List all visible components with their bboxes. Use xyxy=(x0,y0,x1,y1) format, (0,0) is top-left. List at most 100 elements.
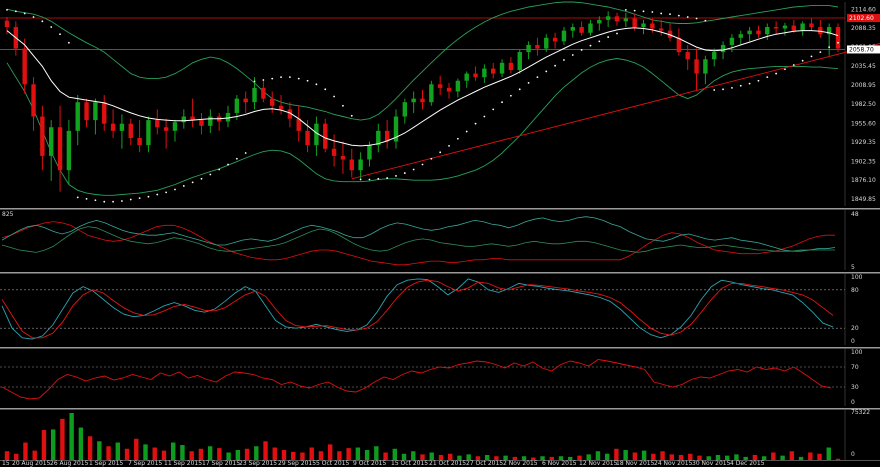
time-tick-label: 5 Oct 2015 xyxy=(316,460,349,467)
sar-dot xyxy=(315,83,318,86)
sar-dot xyxy=(713,89,716,91)
time-tick-label: 2 Nov 2015 xyxy=(503,460,538,467)
current-price-tag-label: 2058.70 xyxy=(849,46,874,53)
candle-body xyxy=(676,37,682,53)
sar-dot xyxy=(147,195,150,198)
sar-dot xyxy=(686,16,689,18)
sar-dot xyxy=(819,51,822,54)
candle-body xyxy=(544,37,549,49)
volume-bar xyxy=(41,430,47,460)
candle-body xyxy=(658,28,664,31)
volume-bar xyxy=(180,445,185,460)
sar-dot xyxy=(23,12,26,15)
sar-dot xyxy=(580,49,583,51)
candle-body xyxy=(340,155,346,160)
volume-bar xyxy=(780,455,785,460)
volume-bar xyxy=(281,450,287,460)
sar-dot xyxy=(837,41,839,44)
candle-body xyxy=(482,68,487,78)
sar-dot xyxy=(359,178,362,181)
candle-body xyxy=(703,59,708,74)
oscillator-tick-label: 48 xyxy=(851,211,859,218)
sar-dot xyxy=(333,95,335,98)
candle-body xyxy=(561,30,567,42)
volume-bar xyxy=(835,458,841,460)
time-tick-label: 4 Dec 2015 xyxy=(730,460,765,467)
volume-bar xyxy=(826,447,831,460)
time-tick-label: 18 Nov 2015 xyxy=(616,460,655,467)
candle-body xyxy=(579,27,584,33)
sar-dot xyxy=(32,16,35,18)
candle-body xyxy=(747,30,752,35)
time-tick-label: 11 Sep 2015 xyxy=(164,460,202,467)
time-tick-label: 27 Oct 2015 xyxy=(466,460,503,467)
trading-chart: 2114.602088.352061.852035.452008.951982.… xyxy=(0,0,880,467)
sar-dot xyxy=(103,200,106,203)
sar-dot xyxy=(792,64,795,66)
volume-bar xyxy=(23,442,28,460)
candle-body xyxy=(526,44,531,53)
candle-body xyxy=(446,87,452,92)
volume-bar xyxy=(244,448,250,460)
sar-dot xyxy=(174,188,176,191)
candle-body xyxy=(650,23,655,29)
volume-bar xyxy=(595,451,601,460)
time-tick-label: 15 xyxy=(2,460,10,467)
sar-dot xyxy=(138,197,141,200)
sar-dot xyxy=(200,177,203,180)
volume-bar xyxy=(87,436,93,460)
sar-dot xyxy=(76,196,79,199)
candle-body xyxy=(261,87,266,99)
time-tick-label: 9 Oct 2015 xyxy=(353,460,386,467)
volume-bar xyxy=(291,451,296,460)
sar-dot xyxy=(554,64,557,67)
time-tick-label: 12 Nov 2015 xyxy=(579,460,618,467)
time-tick-label: 17 Sep 2015 xyxy=(202,460,240,467)
candle-body xyxy=(331,148,337,156)
sar-dot xyxy=(209,173,212,176)
stochastic-tick-label: 80 xyxy=(851,287,859,294)
sar-dot xyxy=(262,79,265,81)
volume-bar xyxy=(798,456,804,460)
sar-dot xyxy=(748,82,751,85)
sar-dot xyxy=(288,76,291,79)
time-tick-label: 20 Aug 2015 xyxy=(12,460,51,467)
volume-bar xyxy=(383,452,388,460)
sar-dot xyxy=(536,76,539,79)
candle-body xyxy=(367,145,372,160)
oscillator-tick-label: 5 xyxy=(851,264,855,271)
candle-body xyxy=(720,44,726,53)
candle-body xyxy=(552,37,558,42)
sar-dot xyxy=(14,10,17,13)
candle-body xyxy=(49,127,54,156)
volume-bar xyxy=(623,450,628,460)
candle-body xyxy=(146,120,151,146)
candle-body xyxy=(491,68,496,74)
candle-body xyxy=(93,102,98,121)
volume-tick-label: 0 xyxy=(851,451,855,458)
volume-bar xyxy=(134,438,139,460)
time-tick-label: 23 Sep 2015 xyxy=(239,460,277,467)
volume-bar xyxy=(207,446,213,460)
sar-dot xyxy=(112,200,114,203)
sar-dot xyxy=(244,152,247,154)
candle-body xyxy=(243,98,248,103)
price-tick-label: 1876.10 xyxy=(851,177,876,184)
sar-dot xyxy=(182,185,185,187)
price-tick-label: 1929.35 xyxy=(851,139,876,146)
candle-body xyxy=(597,19,602,24)
candle-body xyxy=(137,138,142,146)
sar-dot xyxy=(121,200,123,202)
candle-body xyxy=(685,52,690,60)
candle-body xyxy=(694,59,699,74)
sar-dot xyxy=(518,88,521,91)
panel-separator xyxy=(0,347,880,349)
sar-dot xyxy=(589,44,592,47)
candle-body xyxy=(102,102,107,124)
sar-dot xyxy=(430,157,433,160)
sar-dot xyxy=(766,76,769,79)
candle-body xyxy=(712,52,717,60)
chart-background xyxy=(0,0,880,467)
candle-body xyxy=(614,16,620,22)
volume-bar xyxy=(429,452,434,460)
